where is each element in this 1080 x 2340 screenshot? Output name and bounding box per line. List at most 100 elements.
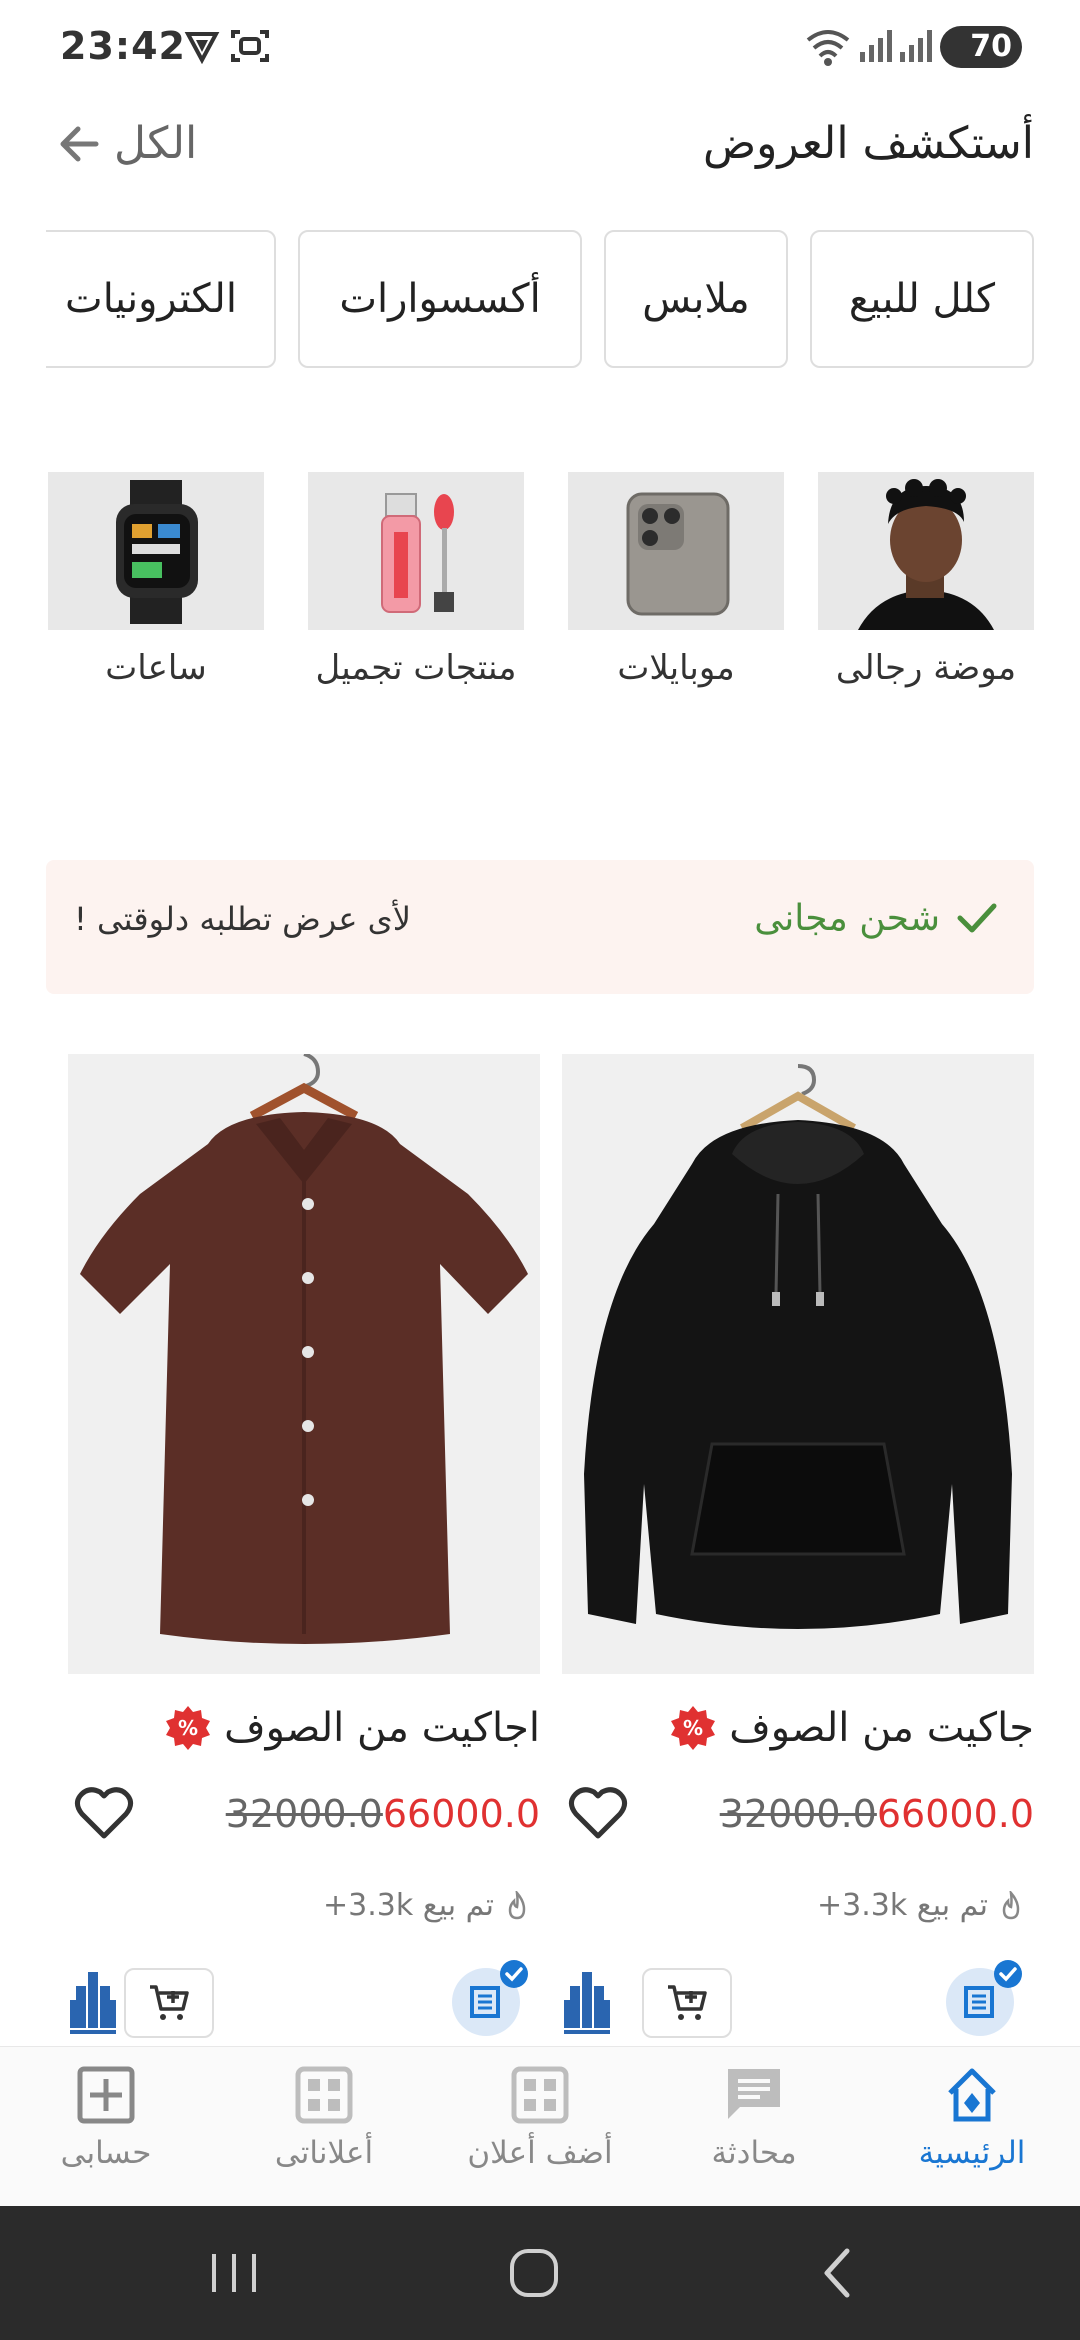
svg-text:%: % xyxy=(178,1716,198,1740)
product-image xyxy=(68,1054,540,1674)
category-cosmetics[interactable]: منتجات تجميل xyxy=(308,472,524,688)
see-all-link[interactable]: الكل xyxy=(54,118,197,169)
black-hoodie-image xyxy=(584,1064,1012,1629)
brown-shirt-image xyxy=(80,1054,528,1644)
chip-electronics[interactable]: الكترونيات xyxy=(26,230,276,368)
home-circle-icon xyxy=(510,2249,558,2297)
old-price: 32000.0 xyxy=(719,1792,877,1836)
free-shipping: شحن مجانى xyxy=(754,896,998,940)
favorite-heart-icon[interactable] xyxy=(566,1782,630,1846)
product-title: اجاكيت من الصوف xyxy=(224,1705,540,1751)
store-building-icon xyxy=(564,1972,610,2034)
recent-apps-icon xyxy=(212,2254,256,2292)
product-title-row: جاكيت من الصوف % xyxy=(669,1704,1034,1752)
lip-gloss-icon xyxy=(381,493,454,613)
category-men-fashion[interactable]: موضة رجالى xyxy=(818,472,1034,688)
store-logo xyxy=(68,1968,118,2040)
add-to-cart-button[interactable] xyxy=(124,1968,214,2038)
add-to-cart-icon xyxy=(668,1985,707,2020)
product-card[interactable]: جاكيت من الصوف % 32000.0 66000.0 تم بيع … xyxy=(562,1054,1034,2038)
category-image xyxy=(568,472,784,630)
product-image xyxy=(562,1054,1034,1674)
recent-apps-button[interactable] xyxy=(184,2236,284,2310)
sold-count: تم بيع 3.3k+ xyxy=(323,1888,494,1923)
nav-label: أعلاناتى xyxy=(274,2135,374,2171)
category-image xyxy=(308,472,524,630)
add-to-cart-icon xyxy=(150,1985,189,2020)
sold-row: تم بيع 3.3k+ xyxy=(817,1888,1024,1923)
verified-store-badge xyxy=(450,1958,530,2038)
category-watches[interactable]: ساعات xyxy=(48,472,264,688)
back-chevron-icon xyxy=(824,2248,850,2298)
grid-icon xyxy=(295,2066,353,2124)
sold-row: تم بيع 3.3k+ xyxy=(323,1888,530,1923)
nav-account[interactable]: حسابى xyxy=(6,2063,206,2171)
battery-level: 70 xyxy=(970,29,1012,64)
system-navigation-bar xyxy=(0,2206,1080,2340)
nav-chat[interactable]: محادثة xyxy=(654,2063,854,2171)
store-building-icon xyxy=(70,1972,116,2034)
section-title: أستكشف العروض xyxy=(702,118,1034,169)
battery-indicator: 70 xyxy=(940,26,1022,68)
flame-icon xyxy=(508,1890,526,1919)
chip-all-for-sale[interactable]: كلل للبيع xyxy=(810,230,1034,368)
category-label: موضة رجالى xyxy=(835,648,1017,688)
price-row: 32000.0 66000.0 xyxy=(720,1792,1034,1836)
status-bar: 23:42 70 xyxy=(0,0,1080,96)
promo-note: لأى عرض تطلبه دلوقتى ! xyxy=(74,900,411,938)
category-image xyxy=(818,472,1034,630)
category-label: ساعات xyxy=(105,648,207,688)
price-row: 32000.0 66000.0 xyxy=(226,1792,540,1836)
nav-home[interactable]: الرئيسية xyxy=(872,2063,1072,2171)
nav-add-ad[interactable]: أضف أعلان xyxy=(440,2063,640,2171)
product-title: جاكيت من الصوف xyxy=(729,1705,1034,1751)
discount-badge-icon: % xyxy=(166,1706,211,1750)
add-to-cart-button[interactable] xyxy=(642,1968,732,2038)
nav-label: أضف أعلان xyxy=(467,2135,613,2171)
grid-icon xyxy=(511,2066,569,2124)
free-shipping-label: شحن مجانى xyxy=(754,897,940,939)
free-shipping-banner: شحن مجانى لأى عرض تطلبه دلوقتى ! xyxy=(46,860,1034,994)
old-price: 32000.0 xyxy=(225,1792,383,1836)
nav-label: الرئيسية xyxy=(918,2135,1026,2171)
signal-icon xyxy=(900,30,932,62)
favorite-heart-icon[interactable] xyxy=(72,1782,136,1846)
status-time: 23:42 xyxy=(60,24,186,68)
wifi-icon xyxy=(806,30,850,66)
smartphone-icon xyxy=(626,492,730,616)
product-card[interactable]: اجاكيت من الصوف % 32000.0 66000.0 تم بيع… xyxy=(68,1054,540,2038)
category-label: منتجات تجميل xyxy=(315,648,517,688)
chip-clothes[interactable]: ملابس xyxy=(604,230,788,368)
check-icon xyxy=(957,903,997,933)
sold-count: تم بيع 3.3k+ xyxy=(817,1888,988,1923)
category-image xyxy=(48,472,264,630)
nav-label: محادثة xyxy=(711,2135,797,2171)
category-chips: كلل للبيع ملابس أكسسوارات الكترونيات xyxy=(0,230,1080,370)
screenshot-icon xyxy=(231,30,269,62)
new-price: 66000.0 xyxy=(876,1792,1034,1836)
arrow-left-icon xyxy=(60,126,99,161)
vpn-icon xyxy=(184,32,220,64)
verified-store-badge xyxy=(944,1958,1024,2038)
chat-icon xyxy=(728,2069,780,2119)
man-portrait-icon xyxy=(858,479,994,630)
product-title-row: اجاكيت من الصوف % xyxy=(164,1704,540,1752)
see-all-label: الكل xyxy=(114,118,198,169)
flame-icon xyxy=(1002,1890,1020,1919)
nav-my-ads[interactable]: أعلاناتى xyxy=(224,2063,424,2171)
store-logo xyxy=(562,1968,612,2040)
discount-badge-icon: % xyxy=(671,1706,716,1750)
category-mobiles[interactable]: موبايلات xyxy=(568,472,784,688)
home-button[interactable] xyxy=(484,2236,584,2310)
back-button[interactable] xyxy=(788,2236,888,2310)
store-verified-icon xyxy=(946,1960,1022,2036)
store-verified-icon xyxy=(452,1960,528,2036)
category-label: موبايلات xyxy=(617,648,735,688)
smartwatch-icon xyxy=(116,480,198,624)
new-price: 66000.0 xyxy=(382,1792,540,1836)
svg-text:%: % xyxy=(683,1716,703,1740)
chips-edge-fade xyxy=(0,230,46,370)
bottom-navigation: الرئيسية محادثة أضف أعلان أعلاناتى حسابى xyxy=(0,2046,1080,2206)
chip-accessories[interactable]: أكسسوارات xyxy=(298,230,582,368)
home-icon xyxy=(948,2068,996,2122)
